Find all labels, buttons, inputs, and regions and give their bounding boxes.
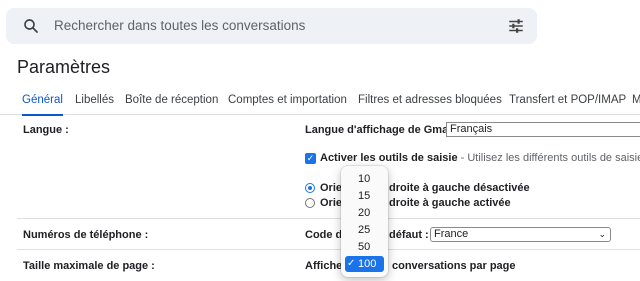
page-title: Paramètres [17, 57, 111, 77]
page-size-option-10[interactable]: 10 [345, 171, 384, 187]
page-size-label-start: Affiche [305, 260, 343, 272]
country-code-label-end: défaut : [389, 229, 429, 241]
input-tools-text: Activer les outils de saisie - Utilisez … [320, 152, 640, 164]
page-size-dropdown[interactable]: 10 15 20 25 50 ✓ 100 [341, 166, 388, 277]
rtl-off-radio[interactable] [305, 183, 315, 193]
language-row-label: Langue : [23, 124, 69, 136]
settings-tabs: Général Libellés Boîte de réception Comp… [0, 93, 640, 116]
tab-labels[interactable]: Libellés [75, 93, 114, 115]
tab-general[interactable]: Général [22, 93, 63, 116]
display-language-select[interactable]: Français [446, 122, 640, 137]
rtl-on-label-start: Orie [320, 197, 343, 209]
page-size-option-25[interactable]: 25 [345, 222, 384, 238]
row-divider [17, 218, 640, 219]
page-size-option-label: 100 [358, 258, 377, 270]
search-input[interactable]: Rechercher dans toutes les conversations [54, 18, 305, 33]
check-icon: ✓ [347, 258, 356, 269]
chevron-down-icon: ⌄ [598, 229, 606, 239]
page-size-label-end: conversations par page [392, 260, 516, 272]
input-tools-checkbox[interactable]: ✓ [305, 153, 316, 164]
search-icon[interactable] [22, 17, 40, 35]
input-tools-label: Activer les outils de saisie [320, 152, 458, 164]
tab-accounts-import[interactable]: Comptes et importation [228, 93, 347, 115]
tab-inbox[interactable]: Boîte de réception [125, 93, 218, 115]
tab-forwarding-pop-imap[interactable]: Transfert et POP/IMAP [509, 93, 626, 115]
tab-more[interactable]: M [632, 93, 640, 115]
display-language-label: Langue d'affichage de Gmail : [305, 124, 462, 136]
country-code-value: France [434, 228, 469, 240]
rtl-off-label-start: Orie [320, 182, 343, 194]
rtl-off-label-end: droite à gauche désactivée [389, 182, 530, 194]
tab-filters-blocked[interactable]: Filtres et adresses bloquées [358, 93, 502, 115]
page-size-option-15[interactable]: 15 [345, 188, 384, 204]
check-icon: ✓ [306, 153, 315, 163]
search-bar[interactable]: Rechercher dans toutes les conversations [6, 8, 537, 44]
rtl-on-radio[interactable] [305, 198, 315, 208]
country-code-select[interactable]: France ⌄ [430, 227, 611, 242]
input-tools-description: - Utilisez les différents outils de sais… [457, 152, 640, 164]
tune-icon[interactable] [507, 17, 525, 35]
phone-row-label: Numéros de téléphone : [23, 229, 149, 241]
page-size-option-20[interactable]: 20 [345, 205, 384, 221]
page-size-row-label: Taille maximale de page : [23, 260, 155, 272]
rtl-on-label-end: droite à gauche activée [389, 197, 511, 209]
row-divider [17, 249, 640, 250]
page-size-option-50[interactable]: 50 [345, 239, 384, 255]
page-size-option-100[interactable]: ✓ 100 [345, 256, 384, 272]
